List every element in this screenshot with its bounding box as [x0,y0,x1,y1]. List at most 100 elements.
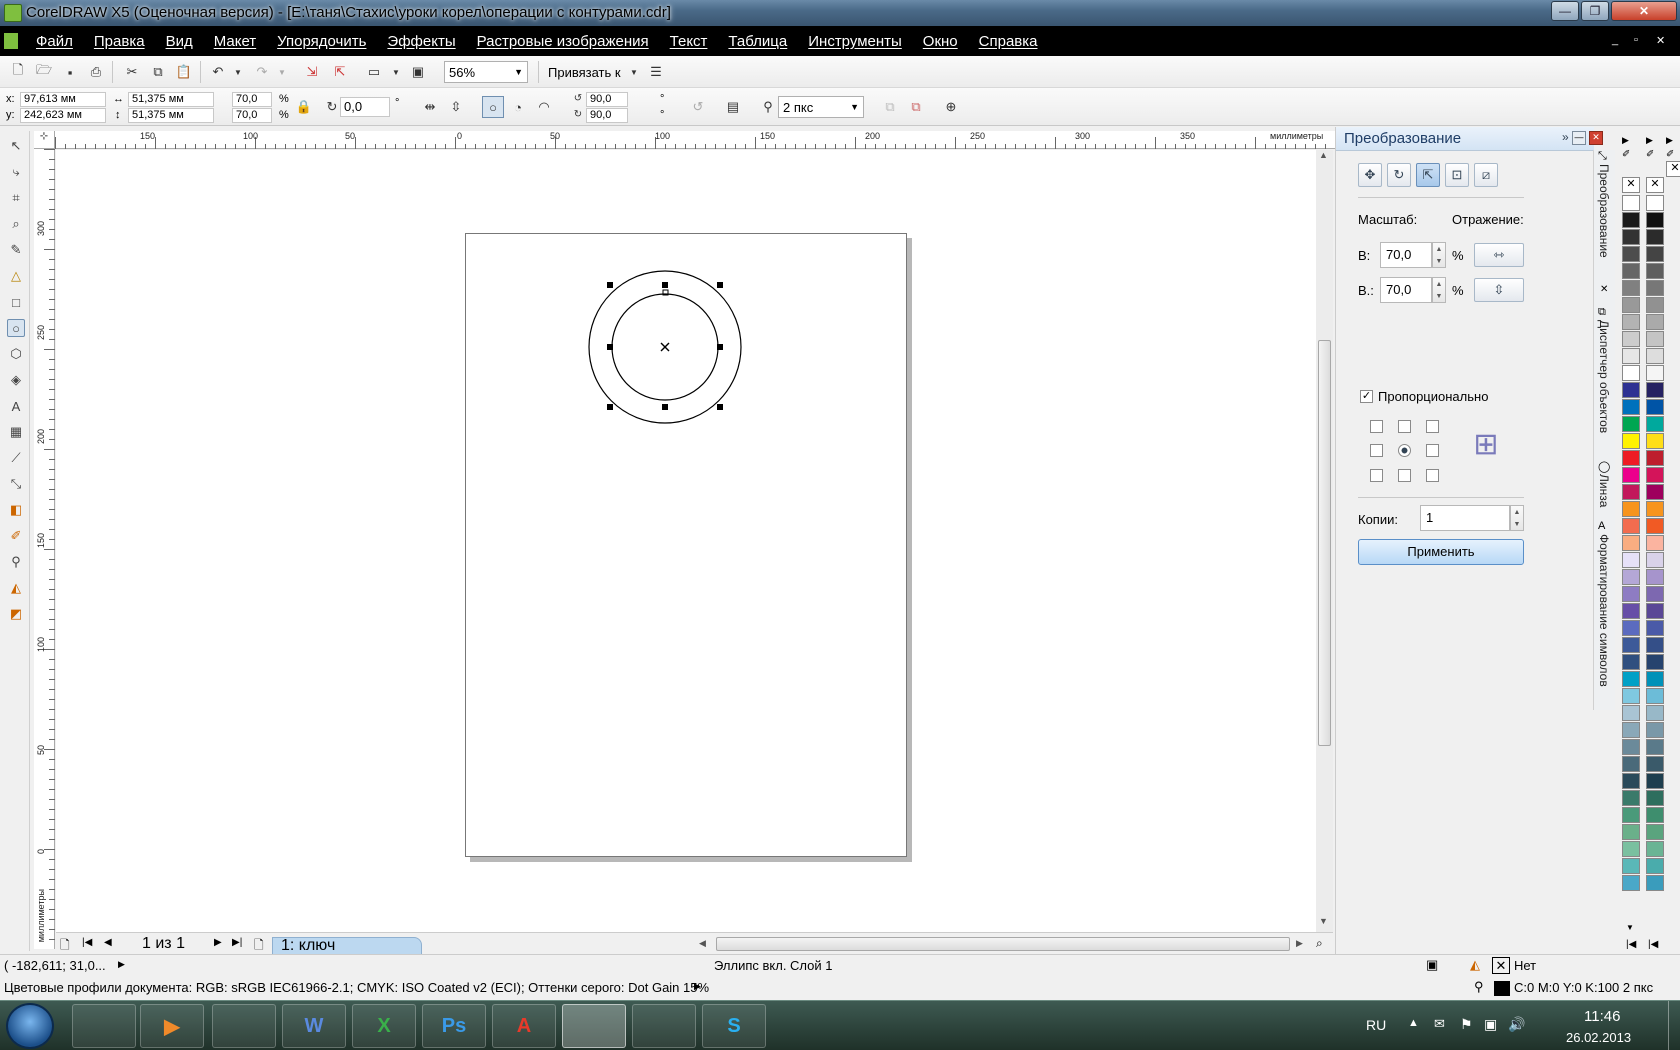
eyedropper-tool-icon[interactable]: ✐ [7,527,25,545]
launcher-dropdown-icon[interactable]: ▼ [388,64,404,80]
docker-close-icon[interactable]: ✕ [1589,131,1603,145]
color-swatch[interactable] [1622,195,1640,211]
mirror-horizontal-button[interactable]: ⇿ [1474,243,1524,267]
eyedropper-icon[interactable]: ✐ [1622,149,1630,160]
previous-page-icon[interactable]: ◀ [104,937,112,948]
tray-network-icon[interactable]: ▣ [1484,1016,1497,1033]
menu-help[interactable]: Справка [979,33,1038,50]
color-swatch[interactable] [1646,875,1664,891]
vertical-ruler[interactable]: 300 250 200 150 100 50 0 миллиметры [34,149,55,949]
color-swatch[interactable] [1622,467,1640,483]
color-swatch[interactable] [1646,518,1664,534]
freehand-tool-icon[interactable]: ✎ [7,241,25,259]
horizontal-ruler[interactable]: 150 100 50 0 50 100 150 200 250 300 350 … [55,131,1335,149]
scale-height-input[interactable]: 70,0 [1380,277,1432,303]
redo-dropdown-icon[interactable]: ▼ [274,64,290,80]
color-swatch[interactable] [1646,263,1664,279]
dimension-tool-icon[interactable]: ⟋ [7,449,25,467]
tab-character-formatting[interactable]: Форматирование символов [1597,534,1611,687]
color-swatch[interactable] [1646,756,1664,772]
color-swatch[interactable] [1622,773,1640,789]
show-desktop-button[interactable] [1668,1001,1680,1050]
to-back-icon[interactable]: ⧉ [908,99,924,115]
color-swatch[interactable] [1646,858,1664,874]
clock-date[interactable]: 26.02.2013 [1566,1030,1631,1045]
menu-bitmaps[interactable]: Растровые изображения [477,33,649,50]
document-icon[interactable] [4,33,18,49]
vertical-scrollbar[interactable]: ▲ ▼ [1316,150,1333,932]
anchor-bottom-right[interactable] [1426,469,1439,482]
color-swatch[interactable] [1646,365,1664,381]
taskbar-word[interactable]: W [282,1004,346,1048]
apply-button[interactable]: Применить [1358,539,1524,565]
color-proof-icon[interactable]: ▣ [1426,957,1438,973]
copy-icon[interactable]: ⧉ [150,64,166,80]
taskbar-media-player[interactable]: ▶ [140,1004,204,1048]
color-swatch[interactable] [1622,654,1640,670]
mdi-minimize-button[interactable]: _ [1612,34,1618,46]
blend-tool-icon[interactable]: ◧ [7,501,25,519]
menu-effects[interactable]: Эффекты [387,33,455,50]
object-width-field[interactable]: 51,375 мм [128,92,214,107]
x-position-field[interactable]: 97,613 мм [20,92,106,107]
palette-scroll-down-icon[interactable]: ▼ [1626,923,1634,932]
color-swatch[interactable] [1646,399,1664,415]
color-swatch[interactable] [1622,841,1640,857]
window-maximize-button[interactable]: ❐ [1581,1,1609,21]
paste-icon[interactable]: 📋 [176,64,192,80]
palette-expand-icon[interactable]: |◀ [1626,939,1636,950]
outline-tool-icon[interactable]: ⚲ [7,553,25,571]
color-swatch[interactable] [1622,229,1640,245]
language-indicator[interactable]: RU [1366,1017,1386,1033]
profiles-expand-icon[interactable]: ▶ [694,981,701,992]
color-swatch[interactable] [1622,416,1640,432]
mirror-vertical-icon[interactable]: ⇳ [448,99,464,115]
menu-view[interactable]: Вид [166,33,193,50]
next-page-icon[interactable]: ▶ [214,937,222,948]
palette-scroll-icon[interactable]: ▶ [1666,135,1673,146]
copies-spinner[interactable]: ▲ ▼ [1510,505,1524,531]
taskbar-skype[interactable]: S [702,1004,766,1048]
color-swatch[interactable] [1622,297,1640,313]
color-swatch[interactable] [1646,705,1664,721]
menu-arrange[interactable]: Упорядочить [277,33,366,50]
color-swatch[interactable] [1622,399,1640,415]
palette-scroll-icon[interactable]: ▶ [1622,135,1629,146]
scale-mirror-mode-icon[interactable]: ⇱ [1416,163,1440,187]
vertical-scroll-thumb[interactable] [1318,340,1331,746]
docker-expand-icon[interactable]: » [1562,130,1569,144]
tab-close-icon[interactable]: ✕ [1600,284,1608,295]
color-swatch[interactable] [1622,501,1640,517]
scroll-left-icon[interactable]: ◀ [699,938,706,949]
first-page-icon[interactable]: |◀ [82,937,92,948]
redo-icon[interactable]: ↷ [254,64,270,80]
to-front-icon[interactable]: ⧉ [882,99,898,115]
taskbar-explorer[interactable] [72,1004,136,1048]
color-swatch[interactable] [1646,212,1664,228]
color-swatch[interactable] [1622,858,1640,874]
save-icon[interactable]: ▪ [62,64,78,80]
anchor-bottom-center[interactable] [1398,469,1411,482]
color-swatch[interactable] [1622,637,1640,653]
fill-tool-icon[interactable]: ◭ [7,579,25,597]
color-swatch[interactable] [1646,637,1664,653]
zoom-level-combo[interactable]: 56% ▼ [444,61,528,83]
color-swatch[interactable] [1622,671,1640,687]
palette-expand-icon[interactable]: |◀ [1648,939,1658,950]
last-page-icon[interactable]: ▶| [232,937,242,948]
undo-icon[interactable]: ↶ [210,64,226,80]
color-swatch[interactable] [1646,824,1664,840]
color-swatch[interactable] [1646,569,1664,585]
color-swatch[interactable] [1622,348,1640,364]
y-position-field[interactable]: 242,623 мм [20,108,106,123]
export-icon[interactable]: ⇱ [332,64,348,80]
anchor-middle-left[interactable] [1370,444,1383,457]
tray-expand-icon[interactable]: ▲ [1408,1017,1419,1029]
coreldraw-app-icon[interactable] [4,4,22,22]
pie-mode-icon[interactable]: ◔ [510,99,526,115]
color-swatch[interactable] [1622,586,1640,602]
anchor-bottom-left[interactable] [1370,469,1383,482]
taskbar-firefox[interactable] [212,1004,276,1048]
taskbar-photoshop[interactable]: Ps [422,1004,486,1048]
menu-window[interactable]: Окно [923,33,958,50]
